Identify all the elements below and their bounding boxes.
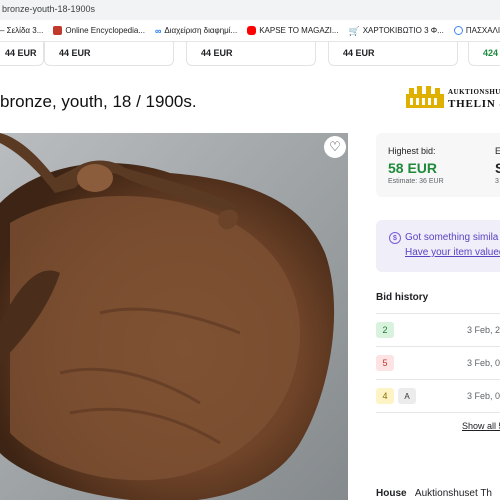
related-item-card[interactable]: 44 EUR <box>186 42 316 66</box>
bid-date: 3 Feb, 0 <box>467 358 500 368</box>
related-item-price: 44 EUR <box>343 48 375 58</box>
house-label: House <box>376 488 407 499</box>
bookmark-label: ΠΑΣΧΑΛΙΝΕΣ ΛΑΜ... <box>465 26 500 35</box>
related-item-price: 44 EUR <box>5 48 37 58</box>
auction-house-row: House Auktionshuset Th <box>376 488 492 499</box>
related-item-card[interactable]: 44 EUR <box>328 42 458 66</box>
bid-panel: Highest bid: 58 EUR Estimate: 36 EUR E S… <box>376 133 500 197</box>
logo-line-1: AUKTIONSHUS <box>448 88 500 96</box>
cart-icon: 🛒 <box>348 26 360 36</box>
bid-history-row: 4 A 3 Feb, 0 <box>376 379 500 412</box>
bid-history-row: 5 3 Feb, 0 <box>376 346 500 379</box>
bid-history-divider <box>376 412 500 413</box>
bid-history-title: Bid history <box>376 292 429 303</box>
related-item-price: 424 <box>483 48 499 58</box>
value-item-link[interactable]: Have your item valued <box>405 247 500 258</box>
bookmark-label: Online Encyclopedia... <box>65 26 145 35</box>
second-value: S <box>495 160 500 176</box>
sell-promo-panel[interactable]: $ Got something simila Have your item va… <box>376 220 500 272</box>
page-title: bronze, youth, 18 / 1900s. <box>0 92 197 111</box>
auto-bid-badge: A <box>398 388 416 404</box>
bookmark-label: Διαχείριση διαφημί... <box>164 26 238 35</box>
related-item-price: 44 EUR <box>201 48 233 58</box>
search-icon <box>453 26 463 35</box>
encyclopedia-icon <box>53 26 63 35</box>
bronze-dish-image <box>0 133 348 500</box>
url-text: bronze-youth-18-1900s <box>2 4 96 14</box>
related-item-card[interactable]: 44 EUR <box>44 42 174 66</box>
bookmark-4[interactable]: KAPSE TO MAGAZI... <box>247 26 338 35</box>
bidder-number-badge: 5 <box>376 355 394 371</box>
estimate-text: Estimate: 36 EUR <box>388 178 444 185</box>
show-all-bids-link[interactable]: Show all 5 <box>462 421 500 431</box>
bookmark-3[interactable]: ∞ Διαχείριση διαφημί... <box>155 26 238 36</box>
dollar-circle-icon: $ <box>389 232 401 244</box>
related-item-card[interactable]: 424 <box>468 42 500 66</box>
house-value[interactable]: Auktionshuset Th <box>415 488 492 499</box>
bid-date: 3 Feb, 0 <box>467 391 500 401</box>
bookmark-label: KAPSE TO MAGAZI... <box>259 26 339 35</box>
bookmark-label: – Σελίδα 3... <box>0 26 44 35</box>
related-item-card[interactable]: 44 EUR <box>0 42 44 66</box>
highest-bid-label: Highest bid: <box>388 146 436 156</box>
favorite-button[interactable]: ♡ <box>324 136 346 158</box>
bidder-number-badge: 4 <box>376 388 394 404</box>
bookmark-2[interactable]: Online Encyclopedia... <box>53 26 145 35</box>
crown-icon <box>406 86 444 108</box>
bookmark-1[interactable]: – Σελίδα 3... <box>0 26 43 35</box>
heart-icon: ♡ <box>329 139 341 154</box>
related-items-strip: 44 EUR 44 EUR 44 EUR 44 EUR 424 <box>0 42 500 68</box>
sell-promo-text: Got something simila <box>405 232 499 243</box>
bookmark-label: ΧΑΡΤΟΚΙΒΩΤΙΟ 3 Φ... <box>362 26 444 35</box>
item-photo[interactable] <box>0 133 348 500</box>
logo-line-2: THELIN & <box>448 98 500 110</box>
bidder-number-badge: 2 <box>376 322 394 338</box>
auction-house-logo[interactable]: AUKTIONSHUS THELIN & <box>404 86 500 116</box>
bookmark-6[interactable]: ΠΑΣΧΑΛΙΝΕΣ ΛΑΜ... <box>453 26 500 35</box>
highest-bid-value: 58 EUR <box>388 160 438 176</box>
bookmarks-bar: – Σελίδα 3... Online Encyclopedia... ∞ Δι… <box>0 20 500 42</box>
youtube-icon <box>247 26 257 35</box>
bookmark-5[interactable]: 🛒 ΧΑΡΤΟΚΙΒΩΤΙΟ 3 Φ... <box>348 26 444 36</box>
bid-date: 3 Feb, 2 <box>467 325 500 335</box>
second-estimate: 3 <box>495 178 499 185</box>
related-item-price: 44 EUR <box>59 48 91 58</box>
bid-history-row: 2 3 Feb, 2 <box>376 313 500 346</box>
address-bar[interactable]: bronze-youth-18-1900s <box>0 0 500 20</box>
meta-icon: ∞ <box>155 26 162 36</box>
second-label: E <box>495 146 500 156</box>
